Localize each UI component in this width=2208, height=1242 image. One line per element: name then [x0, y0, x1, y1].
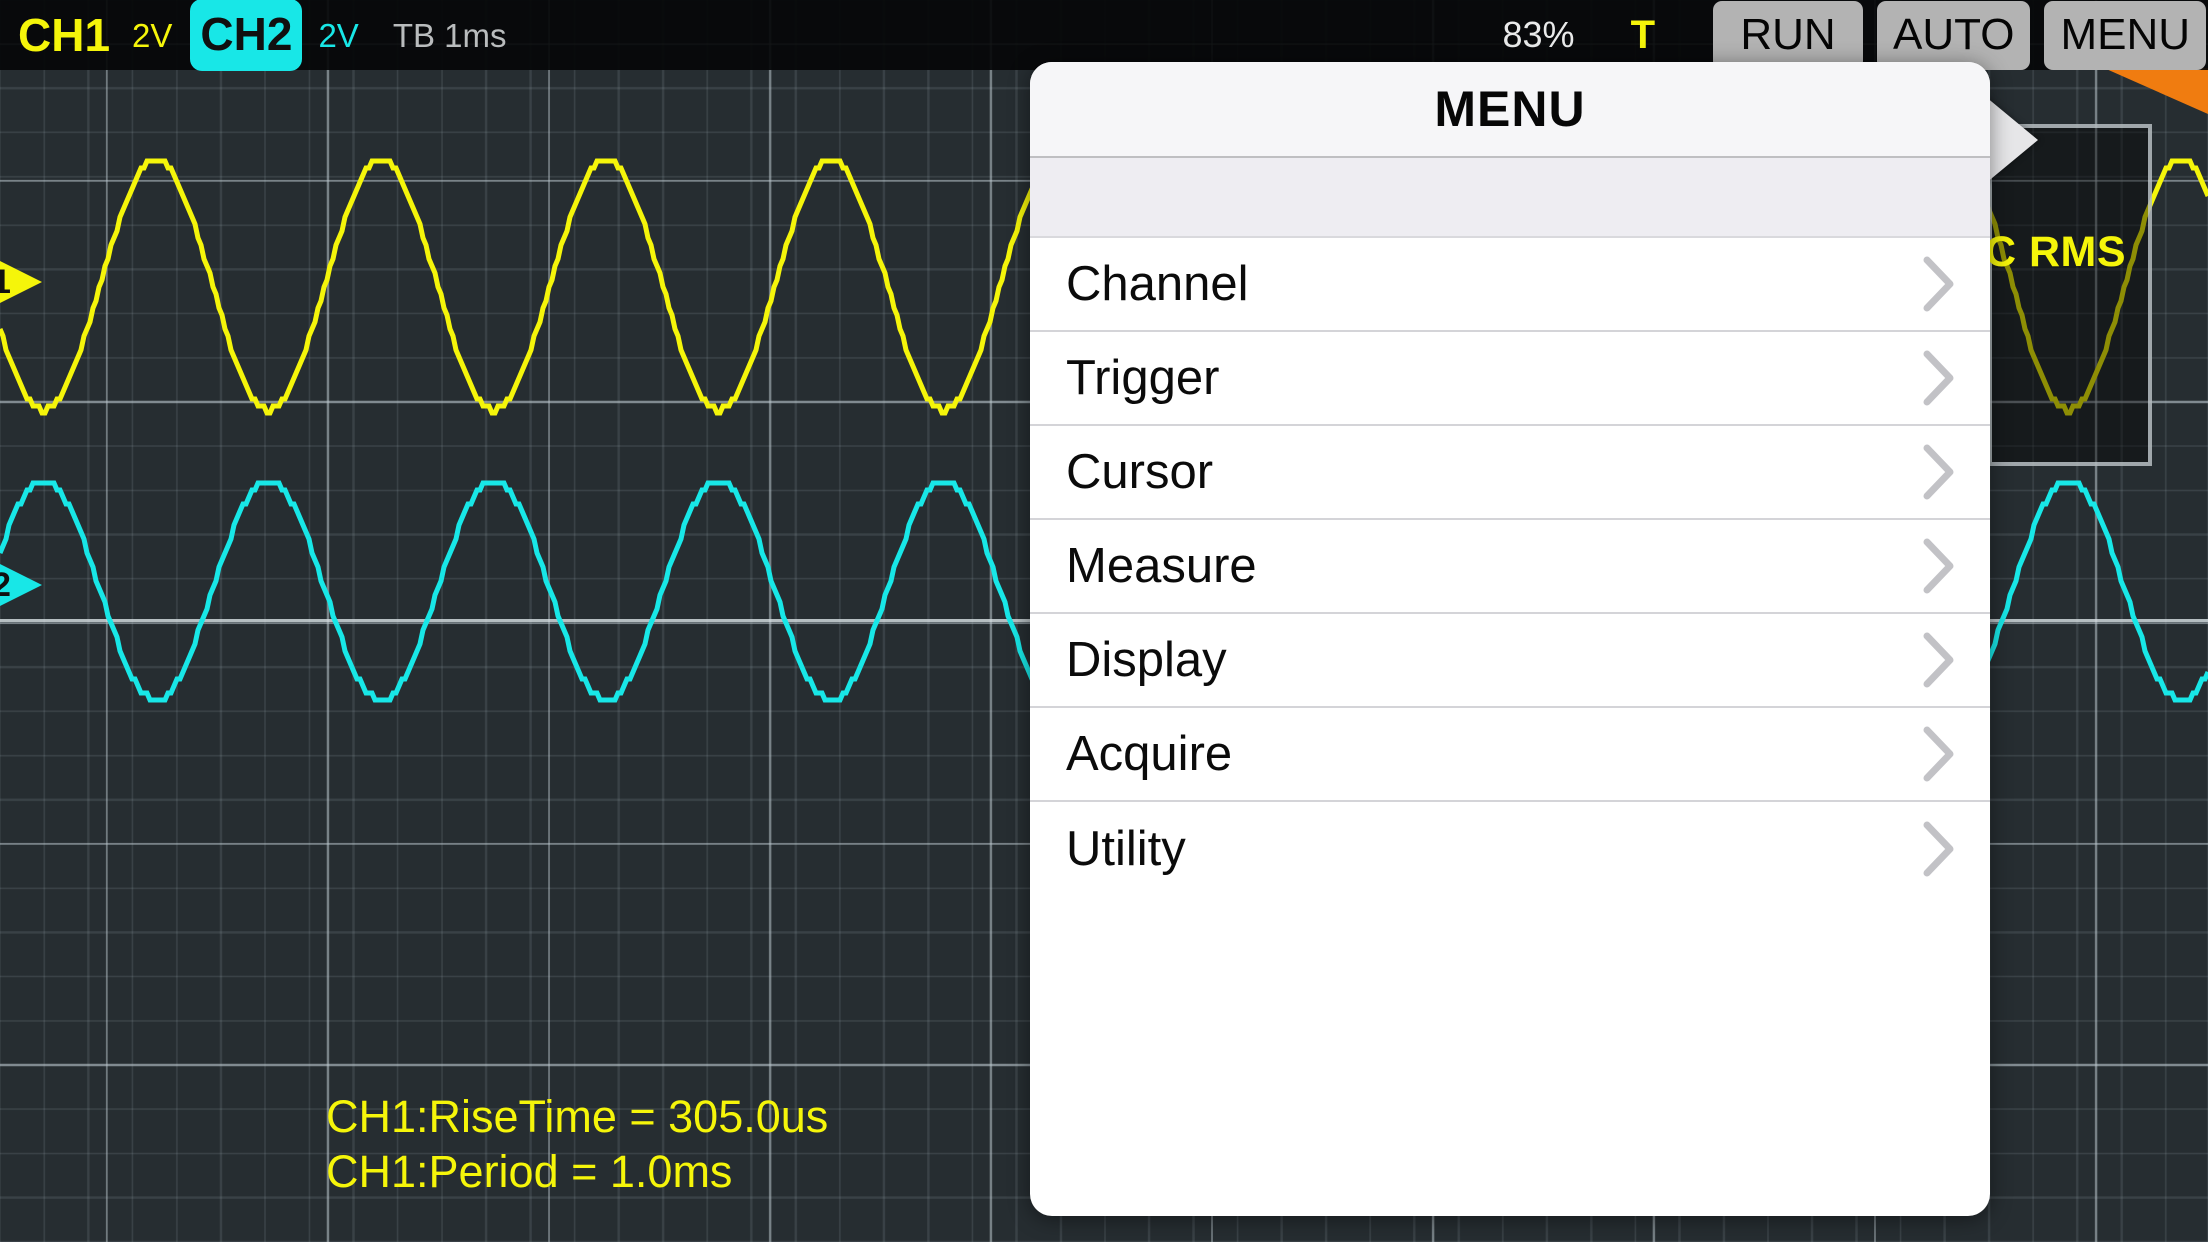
menu-item-label: Acquire: [1066, 730, 1232, 779]
trigger-level-corner-icon: [2104, 68, 2208, 114]
auto-button[interactable]: AUTO: [1877, 1, 2030, 70]
menu-item-label: Channel: [1066, 260, 1249, 309]
measurement-line: CH1:RiseTime = 305.0us: [326, 1090, 828, 1145]
ch2-marker-label: 2: [0, 568, 11, 602]
chevron-right-icon: [1922, 350, 1956, 406]
menu-item-label: Utility: [1066, 825, 1186, 874]
ch1-marker-label: 1: [0, 265, 11, 299]
ch1-ground-marker[interactable]: 1: [0, 255, 44, 309]
ch2-volts-per-div[interactable]: 2V: [318, 19, 358, 52]
menu-item-label: Display: [1066, 636, 1227, 685]
menu-item-list: Channel Trigger Cursor Measure Display Acquir…: [1030, 238, 1990, 896]
menu-item-channel[interactable]: Channel: [1030, 238, 1990, 332]
menu-item-label: Trigger: [1066, 354, 1219, 403]
chevron-right-icon: [1922, 821, 1956, 877]
ch2-channel-button[interactable]: CH2: [190, 0, 302, 71]
chevron-right-icon: [1922, 632, 1956, 688]
ch1-volts-per-div[interactable]: 2V: [132, 19, 172, 52]
ch2-ground-marker[interactable]: 2: [0, 558, 44, 612]
menu-item-utility[interactable]: Utility: [1030, 802, 1990, 896]
status-bar: CH1 2V CH2 2V TB 1ms 83% T RUN AUTO MENU: [0, 0, 2208, 70]
menu-item-cursor[interactable]: Cursor: [1030, 426, 1990, 520]
chevron-right-icon: [1922, 256, 1956, 312]
measurement-readout-panel: CH1:RiseTime = 305.0us CH1:Period = 1.0m…: [326, 1090, 828, 1200]
trigger-status-icon: T: [1631, 15, 1655, 55]
memory-depth-readout: 83%: [1503, 17, 1575, 53]
rms-measurement-label: C RMS: [1985, 228, 2126, 277]
menu-item-trigger[interactable]: Trigger: [1030, 332, 1990, 426]
chevron-right-icon: [1922, 538, 1956, 594]
timebase-readout[interactable]: TB 1ms: [393, 19, 507, 52]
menu-popover[interactable]: MENU Channel Trigger Cursor Measure Display A…: [1030, 62, 1990, 1216]
menu-item-label: Measure: [1066, 542, 1257, 591]
menu-item-display[interactable]: Display: [1030, 614, 1990, 708]
menu-item-acquire[interactable]: Acquire: [1030, 708, 1990, 802]
menu-item-measure[interactable]: Measure: [1030, 520, 1990, 614]
ch1-channel-button[interactable]: CH1: [12, 12, 116, 58]
menu-item-label: Cursor: [1066, 448, 1213, 497]
menu-popover-header: MENU: [1030, 62, 1990, 158]
status-bar-left-group: CH1 2V CH2 2V TB 1ms: [0, 0, 507, 71]
status-bar-right-group: 83% T RUN AUTO MENU: [1503, 0, 2208, 70]
chevron-right-icon: [1922, 726, 1956, 782]
menu-button[interactable]: MENU: [2044, 1, 2206, 70]
chevron-right-icon: [1922, 444, 1956, 500]
menu-popover-title: MENU: [1434, 80, 1585, 138]
run-button[interactable]: RUN: [1713, 1, 1863, 70]
measurement-line: CH1:Period = 1.0ms: [326, 1145, 828, 1200]
menu-popover-subheader-band: [1030, 158, 1990, 238]
